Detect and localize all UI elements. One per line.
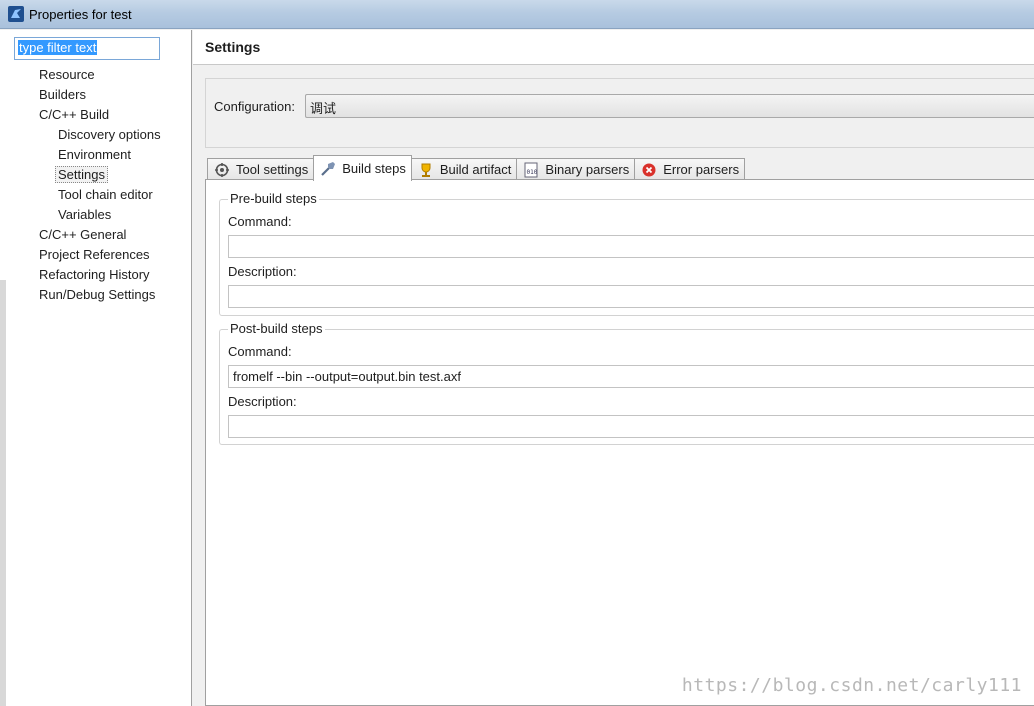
filter-placeholder: type filter text bbox=[18, 40, 98, 55]
post-build-group: Post-build steps Command: fromelf --bin … bbox=[219, 321, 1034, 445]
build-steps-panel: Pre-build steps Command: Description: Po… bbox=[205, 179, 1034, 706]
tab-build-steps[interactable]: Build steps bbox=[313, 155, 412, 181]
page-header: Settings bbox=[193, 30, 1034, 65]
configuration-select[interactable]: 调试 bbox=[305, 94, 1034, 118]
app-icon bbox=[8, 6, 24, 22]
sidebar-item-cpp-build[interactable]: C/C++ Build bbox=[0, 106, 190, 126]
sidebar-item-environment[interactable]: Environment bbox=[0, 146, 190, 166]
tab-tool-settings[interactable]: Tool settings bbox=[207, 158, 315, 180]
tab-error-parsers[interactable]: Error parsers bbox=[634, 158, 746, 180]
sidebar-item-resource[interactable]: Resource bbox=[0, 66, 190, 86]
build-artifact-icon bbox=[418, 162, 434, 178]
configuration-value: 调试 bbox=[310, 101, 337, 116]
sidebar-item-variables[interactable]: Variables bbox=[0, 206, 190, 226]
post-build-description-label: Description: bbox=[228, 394, 297, 409]
configuration-label: Configuration: bbox=[214, 99, 295, 114]
post-build-description-input[interactable] bbox=[228, 415, 1034, 438]
post-build-command-input[interactable]: fromelf --bin --output=output.bin test.a… bbox=[228, 365, 1034, 388]
sidebar-item-tool-chain-editor[interactable]: Tool chain editor bbox=[0, 186, 190, 206]
sidebar-item-settings[interactable]: Settings bbox=[0, 166, 190, 186]
sidebar-item-project-references[interactable]: Project References bbox=[0, 246, 190, 266]
title-bar: Properties for test bbox=[0, 0, 1034, 29]
sidebar-item-discovery-options[interactable]: Discovery options bbox=[0, 126, 190, 146]
sidebar-item-run-debug-settings[interactable]: Run/Debug Settings bbox=[0, 286, 190, 306]
pre-build-command-label: Command: bbox=[228, 214, 292, 229]
error-parsers-icon bbox=[641, 162, 657, 178]
main-panel: Settings Configuration: 调试 Tool settings bbox=[193, 30, 1034, 706]
sidebar-item-builders[interactable]: Builders bbox=[0, 86, 190, 106]
pre-build-description-label: Description: bbox=[228, 264, 297, 279]
post-build-command-label: Command: bbox=[228, 344, 292, 359]
svg-text:010: 010 bbox=[527, 169, 538, 176]
pre-build-group: Pre-build steps Command: Description: bbox=[219, 191, 1034, 316]
pre-build-description-input[interactable] bbox=[228, 285, 1034, 308]
sidebar: type filter text Resource Builders C/C++… bbox=[0, 30, 192, 706]
sidebar-item-refactoring-history[interactable]: Refactoring History bbox=[0, 266, 190, 286]
window-title: Properties for test bbox=[29, 6, 132, 22]
page-title: Settings bbox=[205, 39, 261, 55]
filter-input[interactable]: type filter text bbox=[14, 37, 160, 60]
watermark: https://blog.csdn.net/carly111 bbox=[681, 675, 1022, 696]
tool-settings-icon bbox=[214, 162, 230, 178]
binary-parsers-icon: 010 bbox=[523, 162, 539, 178]
property-tree: Resource Builders C/C++ Build Discovery … bbox=[0, 66, 190, 306]
tab-build-artifact[interactable]: Build artifact bbox=[410, 158, 518, 180]
sidebar-item-cpp-general[interactable]: C/C++ General bbox=[0, 226, 190, 246]
build-steps-icon bbox=[320, 161, 336, 177]
tab-bar: Tool settings Build steps Build artifact bbox=[207, 155, 746, 181]
pre-build-command-input[interactable] bbox=[228, 235, 1034, 258]
tab-binary-parsers[interactable]: 010 Binary parsers bbox=[516, 158, 636, 180]
configuration-section: Configuration: 调试 bbox=[205, 78, 1034, 148]
post-build-legend: Post-build steps bbox=[228, 321, 325, 336]
pre-build-legend: Pre-build steps bbox=[228, 191, 319, 206]
